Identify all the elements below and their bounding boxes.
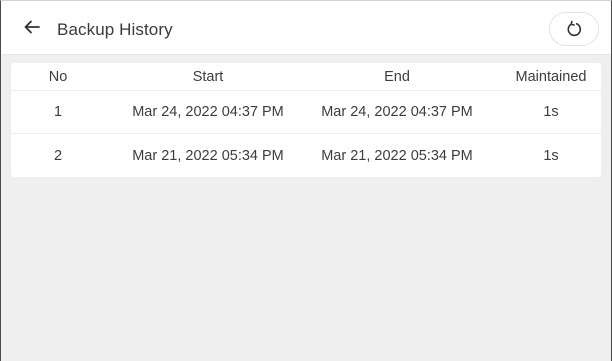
backup-history-table: No Start End Maintained 1 Mar 24, 2022 0… [11,63,601,177]
column-header-start: Start [192,68,224,85]
cell-no: 1 [53,104,63,120]
table-header-row: No Start End Maintained [11,63,601,91]
cell-end: Mar 24, 2022 04:37 PM [321,104,473,120]
page-title: Backup History [57,20,173,39]
app-window: Backup History No Start End Maintained 1… [0,0,612,361]
table-row[interactable]: 1 Mar 24, 2022 04:37 PM Mar 24, 2022 04:… [11,91,601,134]
cell-start: Mar 24, 2022 04:37 PM [132,104,284,120]
cell-start: Mar 21, 2022 05:34 PM [132,147,284,164]
cell-end: Mar 21, 2022 05:34 PM [321,147,473,164]
back-button[interactable] [21,16,43,38]
column-header-no: No [48,68,68,85]
cell-maintained: 1s [543,104,559,120]
arrow-left-icon [24,20,40,34]
table-row[interactable]: 2 Mar 21, 2022 05:34 PM Mar 21, 2022 05:… [11,134,601,177]
cell-no: 2 [53,147,63,164]
column-header-maintained: Maintained [515,68,587,85]
header-bar: Backup History [1,1,611,55]
cell-maintained: 1s [543,147,559,164]
refresh-button[interactable] [549,12,599,46]
column-header-end: End [384,68,410,85]
refresh-icon [567,20,582,37]
